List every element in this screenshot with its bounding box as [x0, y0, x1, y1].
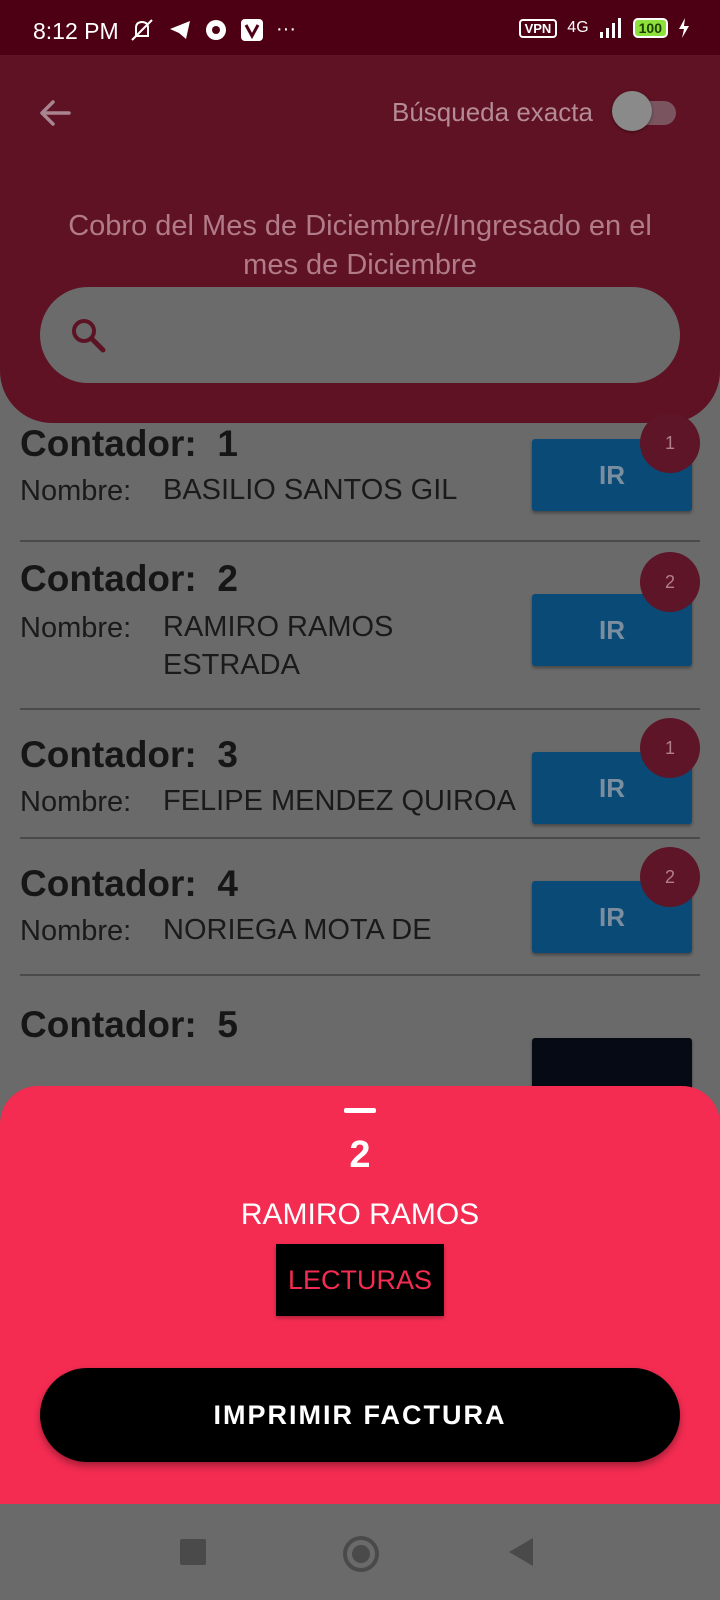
- v-app-icon: [241, 19, 263, 41]
- list-item: Contador: 3 Nombre: FELIPE MENDEZ QUIROA…: [20, 710, 700, 839]
- contador-title: Contador: 1: [20, 423, 238, 465]
- contador-title: Contador: 2: [20, 558, 238, 600]
- drag-handle[interactable]: [344, 1108, 376, 1113]
- list-item: Contador: 2 Nombre: RAMIRO RAMOS ESTRADA…: [20, 542, 700, 710]
- nav-back-icon[interactable]: [509, 1538, 533, 1566]
- search-input[interactable]: [40, 287, 680, 383]
- nombre-label: Nombre:: [20, 915, 132, 947]
- charging-icon: [679, 18, 689, 38]
- count-badge: 1: [640, 718, 700, 778]
- print-invoice-button[interactable]: IMPRIMIR FACTURA: [40, 1368, 680, 1462]
- back-arrow-icon[interactable]: [35, 93, 75, 133]
- battery-icon: 100: [632, 18, 668, 38]
- selected-name: RAMIRO RAMOS: [240, 1198, 480, 1231]
- contador-label: Contador:: [20, 423, 197, 464]
- list-item: Contador: 4 Nombre: NORIEGA MOTA DE IR 2: [20, 839, 700, 976]
- signal-icon: [599, 18, 621, 38]
- contador-label: Contador:: [20, 863, 197, 904]
- contador-number: 1: [217, 423, 238, 464]
- telegram-icon: [170, 21, 190, 39]
- nombre-label: Nombre:: [20, 612, 132, 644]
- status-time: 8:12 PM: [33, 18, 119, 44]
- system-icons: VPN 4G 100: [518, 18, 690, 38]
- contador-label: Contador:: [20, 558, 197, 599]
- bottom-sheet: 2 RAMIRO RAMOS LECTURAS IMPRIMIR FACTURA: [0, 1086, 720, 1504]
- contador-title: Contador: 5: [20, 1004, 238, 1046]
- recents-icon[interactable]: [180, 1539, 206, 1565]
- exact-search-toggle-thumb[interactable]: [612, 91, 652, 131]
- vpn-icon: VPN: [518, 18, 558, 38]
- count-badge: 2: [640, 552, 700, 612]
- nombre-label: Nombre:: [20, 786, 132, 818]
- header: Búsqueda exacta Cobro del Mes de Diciemb…: [0, 55, 720, 423]
- search-icon: [72, 319, 106, 353]
- system-nav-bar: [0, 1504, 720, 1600]
- lecturas-button[interactable]: LECTURAS: [276, 1244, 444, 1316]
- nombre-label: Nombre:: [20, 475, 132, 507]
- nombre-value: RAMIRO RAMOS ESTRADA: [163, 611, 394, 681]
- contador-number: 5: [217, 1004, 238, 1045]
- contador-label: Contador:: [20, 734, 197, 775]
- count-badge: 2: [640, 847, 700, 907]
- contador-number: 3: [217, 734, 238, 775]
- selected-contador-number: 2: [349, 1134, 371, 1176]
- more-notifications-icon: ···: [276, 18, 296, 40]
- network-type: 4G: [567, 19, 589, 36]
- list-item: Contador: 1 Nombre: BASILIO SANTOS GIL I…: [20, 413, 700, 542]
- home-icon[interactable]: [343, 1536, 379, 1572]
- contador-number: 4: [217, 863, 238, 904]
- status-bar: 8:12 PM ··· VPN 4G 100: [0, 0, 720, 55]
- page-subtitle: Cobro del Mes de Diciembre//Ingresado en…: [68, 210, 652, 281]
- mute-icon: [131, 19, 153, 41]
- count-badge: 1: [640, 413, 700, 473]
- app-icon: [206, 20, 226, 40]
- contador-title: Contador: 4: [20, 863, 238, 905]
- contador-title: Contador: 3: [20, 734, 238, 776]
- nombre-value: NORIEGA MOTA DE: [163, 914, 432, 946]
- notification-icons: ···: [128, 18, 296, 42]
- list-item: Contador: 5: [20, 976, 700, 1110]
- exact-search-label: Búsqueda exacta: [392, 97, 593, 127]
- nombre-value: BASILIO SANTOS GIL: [163, 474, 458, 506]
- nombre-value: FELIPE MENDEZ QUIROA: [163, 785, 516, 817]
- contador-number: 2: [217, 558, 238, 599]
- contador-label: Contador:: [20, 1004, 197, 1045]
